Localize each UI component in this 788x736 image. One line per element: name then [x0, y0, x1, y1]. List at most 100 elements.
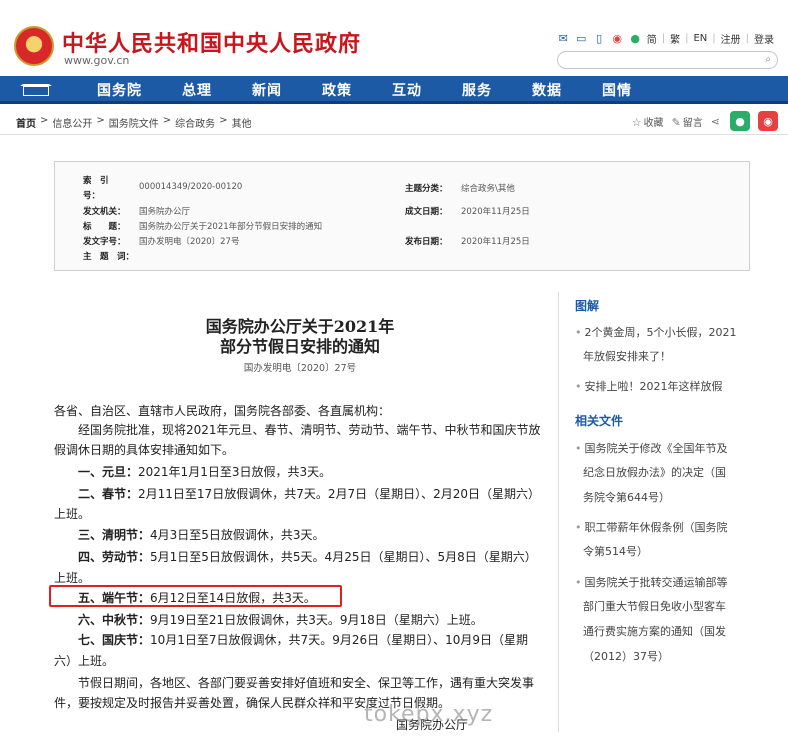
- sidebar-link[interactable]: • 国务院关于修改《全国年节及: [575, 440, 728, 456]
- docno-label: 发文字号：: [83, 237, 126, 247]
- keywords-label: 主 题 词：: [83, 252, 135, 262]
- holiday-item: 七、国庆节：10月1日至7日放假调休，共7天。9月26日（星期日）、10月9日（…: [78, 631, 528, 648]
- mobile-icon[interactable]: ▯: [593, 32, 606, 45]
- bullet: •: [575, 521, 582, 534]
- link-login[interactable]: 登录: [754, 31, 774, 46]
- link-register[interactable]: 注册: [721, 31, 741, 46]
- wechat-share-icon[interactable]: ●: [730, 111, 750, 131]
- link-traditional[interactable]: 繁: [670, 31, 680, 46]
- breadcrumb-other[interactable]: 其他: [232, 115, 252, 130]
- holiday-label: 一、元旦：: [78, 465, 139, 479]
- national-emblem-icon: [14, 26, 54, 66]
- holiday-item: 一、元旦：2021年1月1日至3日放假，共3天。: [78, 463, 331, 480]
- sidebar-link-cont[interactable]: 纪念日放假办法》的决定（国: [583, 464, 726, 480]
- publish-label: 发布日期：: [405, 237, 448, 247]
- favorite-label: 收藏: [643, 117, 664, 129]
- sidebar-section-infographic[interactable]: 图解: [575, 297, 599, 314]
- date-written-value: 2020年11月25日: [461, 207, 530, 217]
- article-docno: 国办发明电〔2020〕27号: [243, 363, 357, 374]
- breadcrumb-sep: >: [219, 115, 228, 126]
- intro-line-2: 假调休日期的具体安排通知如下。: [54, 443, 235, 457]
- breadcrumb-sep: >: [162, 115, 172, 126]
- holiday-label: 七、国庆节：: [78, 633, 151, 647]
- sidebar-link-cont[interactable]: 部门重大节假日免收小型客车: [583, 598, 726, 614]
- holiday-item-cont: 六）上班。: [54, 654, 115, 668]
- bullet: •: [575, 576, 582, 589]
- bullet: •: [575, 380, 582, 393]
- nav-item-policy[interactable]: 政策: [322, 80, 352, 100]
- holiday-item: 四、劳动节：5月1日至5日放假调休，共5天。4月25日（星期日）、5月8日（星期…: [78, 548, 537, 565]
- sidebar-link[interactable]: • 国务院关于批转交通运输部等: [575, 574, 728, 590]
- breadcrumb-home[interactable]: 首页: [16, 115, 36, 130]
- tiananmen-icon[interactable]: [18, 80, 54, 100]
- article-title-line-2: 部分节假日安排的通知: [219, 337, 380, 356]
- date-written-label: 成文日期：: [405, 207, 448, 217]
- closing-line-1: 节假日期间，各地区、各部门要妥善安排好值班和安全、保卫等工作，遇有重大突发事: [78, 676, 535, 690]
- holiday-text: 9月19日至21日放假调休，共3天。9月18日（星期六）上班。: [150, 613, 483, 627]
- intro-line-1: 经国务院批准，现将2021年元旦、春节、清明节、劳动节、端午节、中秋节和国庆节放: [78, 423, 541, 437]
- index-label: 索 引: [83, 176, 109, 186]
- search-input[interactable]: [566, 56, 756, 73]
- right-sidebar: 图解 • 2个黄金周，5个小长假，2021 年放假安排来了！ • 安排上啦！2021…: [558, 292, 784, 732]
- breadcrumb-state-docs[interactable]: 国务院文件: [109, 115, 159, 130]
- holiday-text: 4月3日至5日放假调休，共3天。: [150, 528, 325, 542]
- title-label: 标 题：: [83, 222, 126, 232]
- link-simplified[interactable]: 简: [647, 31, 657, 46]
- document-info-table: 索 引 号： 000014349/2020-00120 主题分类： 综合政务\其…: [54, 161, 750, 271]
- holiday-label: 六、中秋节：: [78, 613, 151, 627]
- share-icon[interactable]: ⋖: [711, 115, 720, 128]
- nav-item-news[interactable]: 新闻: [252, 80, 282, 100]
- sidebar-link[interactable]: • 2个黄金周，5个小长假，2021: [575, 324, 737, 340]
- sidebar-link-cont[interactable]: （2012）37号）: [583, 648, 669, 664]
- monitor-icon[interactable]: ▭: [575, 32, 588, 45]
- docno-value: 国办发明电〔2020〕27号: [139, 237, 240, 247]
- sidebar-link-text: 安排上啦！2021年这样放假: [584, 380, 723, 393]
- sidebar-link[interactable]: • 安排上啦！2021年这样放假: [575, 378, 723, 394]
- breadcrumb-general-affairs[interactable]: 综合政务: [175, 115, 215, 130]
- holiday-item-cont: 上班。: [54, 571, 91, 585]
- breadcrumb-info-open[interactable]: 信息公开: [52, 115, 92, 130]
- nav-item-service[interactable]: 服务: [462, 80, 492, 100]
- wechat-icon[interactable]: ●: [629, 32, 642, 45]
- mail-icon[interactable]: ✉: [557, 32, 570, 45]
- sidebar-link-text: 职工带薪年休假条例（国务院: [584, 521, 728, 534]
- issuer-value: 国务院办公厅: [139, 207, 191, 217]
- sidebar-link-cont[interactable]: 年放假安排来了！: [583, 348, 671, 364]
- sidebar-link-cont[interactable]: 通行费实施方案的通知（国发: [583, 623, 726, 639]
- breadcrumb: 首页 > 信息公开 > 国务院文件 > 综合政务 > 其他: [16, 115, 252, 130]
- subject-label: 主题分类：: [405, 184, 448, 194]
- sidebar-section-related[interactable]: 相关文件: [575, 412, 623, 429]
- sidebar-link-text: 国务院关于修改《全国年节及: [584, 442, 728, 455]
- top-links: ✉ ▭ ▯ ◉ ● 简 | 繁 | EN | 注册 | 登录: [557, 31, 774, 46]
- nav-item-state-council[interactable]: 国务院: [97, 80, 142, 100]
- search-icon[interactable]: ⌕: [765, 54, 771, 65]
- nav-item-data[interactable]: 数据: [532, 80, 562, 100]
- subject-value: 综合政务\其他: [461, 184, 515, 194]
- holiday-item-cont: 上班。: [54, 507, 91, 521]
- comment-label: 留言: [682, 117, 703, 129]
- nav-item-interaction[interactable]: 互动: [392, 80, 422, 100]
- holiday-text: 2021年1月1日至3日放假，共3天。: [138, 465, 332, 479]
- nav-item-premier[interactable]: 总理: [182, 80, 212, 100]
- separator: |: [712, 33, 716, 44]
- holiday-item: 六、中秋节：9月19日至21日放假调休，共3天。9月18日（星期六）上班。: [78, 611, 483, 628]
- holiday-text: 10月1日至7日放假调休，共7天。9月26日（星期日）、10月9日（星期: [150, 633, 529, 647]
- breadcrumb-sep: >: [40, 115, 49, 126]
- weibo-share-icon[interactable]: ◉: [758, 111, 778, 131]
- sidebar-link-cont[interactable]: 令第514号）: [583, 543, 648, 559]
- holiday-item: 二、春节：2月11日至17日放假调休，共7天。2月7日（星期日）、2月20日（星…: [78, 485, 540, 502]
- site-header: 中华人民共和国中央人民政府 www.gov.cn ✉ ▭ ▯ ◉ ● 简 | 繁…: [0, 0, 788, 76]
- favorite-button[interactable]: ☆ 收藏: [632, 114, 664, 129]
- sidebar-link-cont[interactable]: 务院令第644号）: [583, 489, 670, 505]
- page-tools: ☆ 收藏 ✎ 留言 ⋖ ● ◉: [632, 111, 778, 131]
- link-english[interactable]: EN: [693, 33, 707, 44]
- sidebar-link[interactable]: • 职工带薪年休假条例（国务院: [575, 519, 728, 535]
- publish-value: 2020年11月25日: [461, 237, 530, 247]
- breadcrumb-bar: 首页 > 信息公开 > 国务院文件 > 综合政务 > 其他 ☆ 收藏 ✎ 留言 ⋖ …: [0, 107, 788, 135]
- comment-button[interactable]: ✎ 留言: [672, 114, 703, 129]
- main-nav: 国务院 总理 新闻 政策 互动 服务 数据 国情: [0, 76, 788, 104]
- pencil-icon: ✎: [671, 115, 681, 129]
- weibo-icon[interactable]: ◉: [611, 32, 624, 45]
- nav-item-national-info[interactable]: 国情: [602, 80, 632, 100]
- holiday-label: 三、清明节：: [78, 528, 151, 542]
